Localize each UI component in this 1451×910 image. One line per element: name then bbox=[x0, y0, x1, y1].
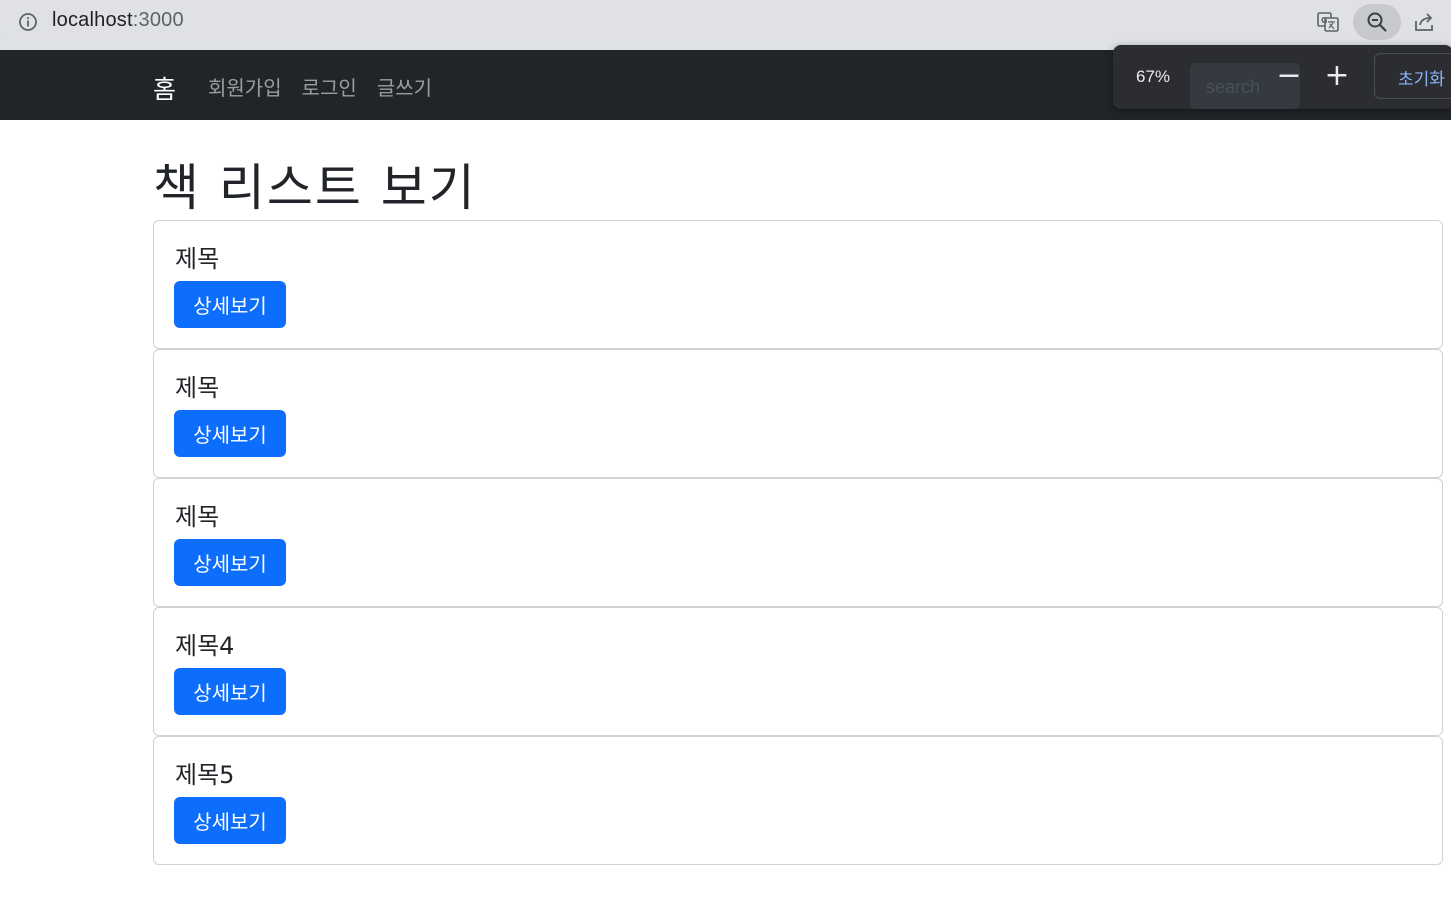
zoom-in-button[interactable]: + bbox=[1319, 59, 1355, 95]
url-port: :3000 bbox=[132, 9, 184, 31]
svg-text:G: G bbox=[1321, 16, 1328, 25]
translate-icon[interactable]: G bbox=[1312, 6, 1344, 38]
detail-button[interactable]: 상세보기 bbox=[174, 797, 286, 844]
book-title: 제목 bbox=[175, 245, 220, 273]
book-title: 제목5 bbox=[175, 761, 235, 789]
url-text[interactable]: localhost:3000 bbox=[52, 9, 184, 32]
book-card: 제목 상세보기 bbox=[153, 478, 1443, 607]
zoom-reset-button[interactable]: 초기화 bbox=[1374, 53, 1451, 99]
book-card: 제목4 상세보기 bbox=[153, 607, 1443, 736]
detail-button[interactable]: 상세보기 bbox=[174, 539, 286, 586]
nav-link-signup[interactable]: 회원가입 bbox=[208, 72, 282, 101]
zoom-out-button[interactable]: − bbox=[1271, 59, 1307, 95]
zoom-popup: 67% search − + 초기화 bbox=[1113, 45, 1451, 109]
nav-brand-home[interactable]: 홈 bbox=[153, 70, 176, 106]
nav-link-login[interactable]: 로그인 bbox=[302, 72, 357, 101]
nav-links: 회원가입 로그인 글쓰기 bbox=[208, 72, 432, 101]
browser-toolbar: localhost:3000 G bbox=[0, 0, 1451, 50]
book-card: 제목 상세보기 bbox=[153, 349, 1443, 478]
zoom-level: 67% bbox=[1136, 67, 1171, 86]
search-placeholder: search bbox=[1206, 77, 1261, 97]
book-card: 제목 상세보기 bbox=[153, 220, 1443, 349]
book-card: 제목5 상세보기 bbox=[153, 736, 1443, 865]
detail-button[interactable]: 상세보기 bbox=[174, 668, 286, 715]
page-title: 책 리스트 보기 bbox=[153, 159, 477, 217]
share-icon[interactable] bbox=[1408, 6, 1440, 38]
nav-link-write[interactable]: 글쓰기 bbox=[377, 72, 432, 101]
address-bar[interactable]: localhost:3000 G bbox=[0, 0, 1451, 43]
book-list: 제목 상세보기 제목 상세보기 제목 상세보기 제목4 상세보기 제목5 상세보… bbox=[153, 220, 1443, 865]
url-host: localhost bbox=[52, 9, 133, 31]
book-title: 제목 bbox=[175, 503, 220, 531]
zoom-icon[interactable] bbox=[1353, 4, 1401, 40]
info-icon[interactable] bbox=[18, 12, 38, 32]
detail-button[interactable]: 상세보기 bbox=[174, 281, 286, 328]
book-title: 제목4 bbox=[175, 632, 235, 660]
zoom-reset-label: 초기화 bbox=[1398, 70, 1445, 90]
book-title: 제목 bbox=[175, 374, 220, 402]
detail-button[interactable]: 상세보기 bbox=[174, 410, 286, 457]
